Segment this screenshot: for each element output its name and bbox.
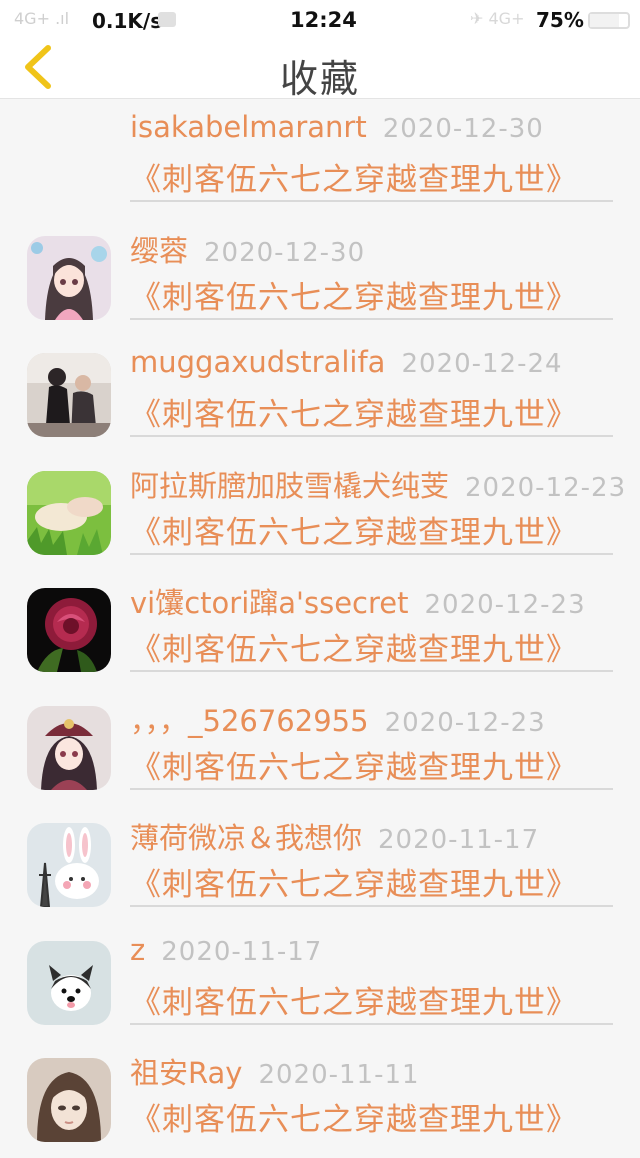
book-title[interactable]: 《刺客伍六七之穿越查理九世》	[130, 507, 578, 552]
user-line: isakabelmaranrt 2020-12-30	[130, 110, 640, 144]
divider	[130, 435, 613, 437]
date: 2020-12-23	[424, 590, 586, 620]
divider	[130, 905, 613, 907]
battery-icon	[588, 12, 630, 29]
white-rabbit-avatar-icon	[27, 823, 111, 907]
husky-dog-avatar-icon	[27, 940, 111, 1025]
date: 2020-12-23	[384, 707, 546, 738]
hand-grass-avatar-icon	[27, 470, 111, 555]
anime-girl-bangs-avatar-icon	[27, 1058, 111, 1142]
book-title[interactable]: 《刺客伍六七之穿越查理九世》	[130, 154, 578, 199]
list-item[interactable]: 祖安Ray 2020-11-11 《刺客伍六七之穿越查理九世》	[0, 1040, 640, 1158]
user-line: muggaxudstralifa 2020-12-24	[130, 345, 640, 379]
divider	[130, 1022, 613, 1025]
couple-photo-avatar-icon	[27, 353, 111, 437]
book-title[interactable]: 《刺客伍六七之穿越查理九世》	[130, 742, 578, 787]
username[interactable]: z	[130, 933, 145, 967]
divider	[130, 317, 613, 320]
page-title: 收藏	[279, 57, 360, 101]
book-title[interactable]: 《刺客伍六七之穿越查理九世》	[130, 272, 578, 317]
anime-girl-hat-avatar-icon	[27, 705, 111, 790]
avatar[interactable]	[27, 705, 111, 790]
message-icon	[158, 12, 176, 27]
list-item[interactable]: 阿拉斯膪加肢雪橇犬纯芰 2020-12-23 《刺客伍六七之穿越查理九世》	[0, 453, 640, 571]
red-rose-avatar-icon	[27, 588, 111, 672]
book-title[interactable]: 《刺客伍六七之穿越查理九世》	[130, 859, 578, 904]
battery-percent: 75%	[536, 8, 584, 32]
username[interactable]: ，，，_526762955	[130, 704, 369, 738]
signal-icon: 4G+ .ıl	[14, 9, 70, 28]
avatar[interactable]	[27, 823, 111, 907]
airplane-icon: ✈ 4G+	[470, 9, 525, 28]
clock: 12:24	[290, 8, 357, 32]
user-line: ，，，_526762955 2020-12-23	[130, 698, 640, 740]
divider	[130, 552, 613, 555]
user-line: vi馕ctori蹿a'ssecret 2020-12-23	[130, 580, 640, 622]
user-line: 缨蓉 2020-12-30	[130, 228, 640, 270]
username[interactable]: 缨蓉	[130, 234, 188, 268]
date: 2020-12-23	[465, 472, 627, 503]
divider	[130, 670, 613, 672]
avatar[interactable]	[27, 588, 111, 672]
list-item[interactable]: muggaxudstralifa 2020-12-24 《刺客伍六七之穿越查理九世…	[0, 335, 640, 453]
list-item[interactable]: z 2020-11-17 《刺客伍六七之穿越查理九世》	[0, 923, 640, 1041]
user-line: z 2020-11-17	[130, 933, 640, 967]
date: 2020-11-17	[378, 825, 540, 855]
user-line: 阿拉斯膪加肢雪橇犬纯芰 2020-12-23	[130, 463, 640, 505]
username[interactable]: 薄荷微凉＆我想你	[130, 821, 362, 855]
date: 2020-11-11	[258, 1060, 420, 1090]
username[interactable]: muggaxudstralifa	[130, 345, 385, 379]
username[interactable]: 阿拉斯膪加肢雪橇犬纯芰	[130, 469, 449, 503]
date: 2020-11-17	[161, 936, 323, 967]
username[interactable]: vi馕ctori蹿a'ssecret	[130, 586, 409, 620]
avatar[interactable]	[27, 235, 111, 320]
user-line: 薄荷微凉＆我想你 2020-11-17	[130, 815, 640, 857]
date: 2020-12-30	[204, 237, 366, 268]
avatar[interactable]	[27, 470, 111, 555]
avatar[interactable]	[27, 353, 111, 437]
user-line: 祖安Ray 2020-11-11	[130, 1050, 640, 1092]
book-title[interactable]: 《刺客伍六七之穿越查理九世》	[130, 624, 578, 669]
divider	[130, 787, 613, 790]
book-title[interactable]: 《刺客伍六七之穿越查理九世》	[130, 977, 578, 1022]
date: 2020-12-24	[401, 349, 563, 379]
network-speed: 0.1K/s	[92, 9, 163, 33]
avatar[interactable]	[27, 1058, 111, 1142]
date: 2020-12-30	[382, 114, 544, 144]
username[interactable]: 祖安Ray	[130, 1056, 242, 1090]
divider	[130, 200, 613, 202]
list-item[interactable]: vi馕ctori蹿a'ssecret 2020-12-23 《刺客伍六七之穿越查理…	[0, 570, 640, 688]
username[interactable]: isakabelmaranrt	[130, 110, 367, 144]
favorites-list: isakabelmaranrt 2020-12-30 《刺客伍六七之穿越查理九世》…	[0, 100, 640, 1158]
book-title[interactable]: 《刺客伍六七之穿越查理九世》	[130, 389, 578, 434]
anime-girl-avatar-icon	[27, 235, 111, 320]
book-title[interactable]: 《刺客伍六七之穿越查理九世》	[130, 1094, 578, 1139]
list-item[interactable]: 缨蓉 2020-12-30 《刺客伍六七之穿越查理九世》	[0, 218, 640, 336]
list-item[interactable]: isakabelmaranrt 2020-12-30 《刺客伍六七之穿越查理九世》	[0, 100, 640, 218]
list-item[interactable]: 薄荷微凉＆我想你 2020-11-17 《刺客伍六七之穿越查理九世》	[0, 805, 640, 923]
list-item[interactable]: ，，，_526762955 2020-12-23 《刺客伍六七之穿越查理九世》	[0, 688, 640, 806]
avatar[interactable]	[27, 940, 111, 1025]
navigation-bar: 收藏	[0, 42, 640, 101]
status-bar: 4G+ .ıl 0.1K/s 12:24 ✈ 4G+ 75%	[0, 0, 640, 42]
